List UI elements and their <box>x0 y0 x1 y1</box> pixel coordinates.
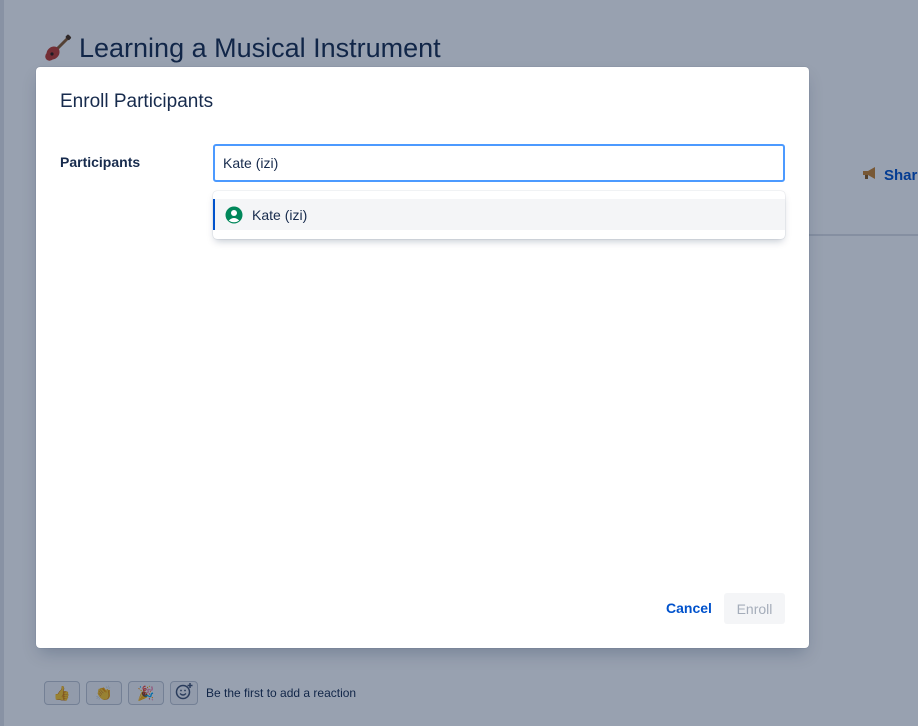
user-avatar-icon <box>225 206 243 224</box>
participants-suggestions-dropdown: Kate (izi) <box>213 191 785 239</box>
participants-input[interactable] <box>213 144 785 182</box>
suggestion-option[interactable]: Kate (izi) <box>213 199 785 230</box>
participants-label: Participants <box>60 154 141 170</box>
cancel-button[interactable]: Cancel <box>658 593 720 623</box>
enroll-button[interactable]: Enroll <box>724 593 785 624</box>
enroll-participants-dialog: Enroll Participants Participants Kate (i… <box>36 67 809 648</box>
suggestion-label: Kate (izi) <box>252 206 308 223</box>
dialog-title: Enroll Participants <box>60 91 214 112</box>
